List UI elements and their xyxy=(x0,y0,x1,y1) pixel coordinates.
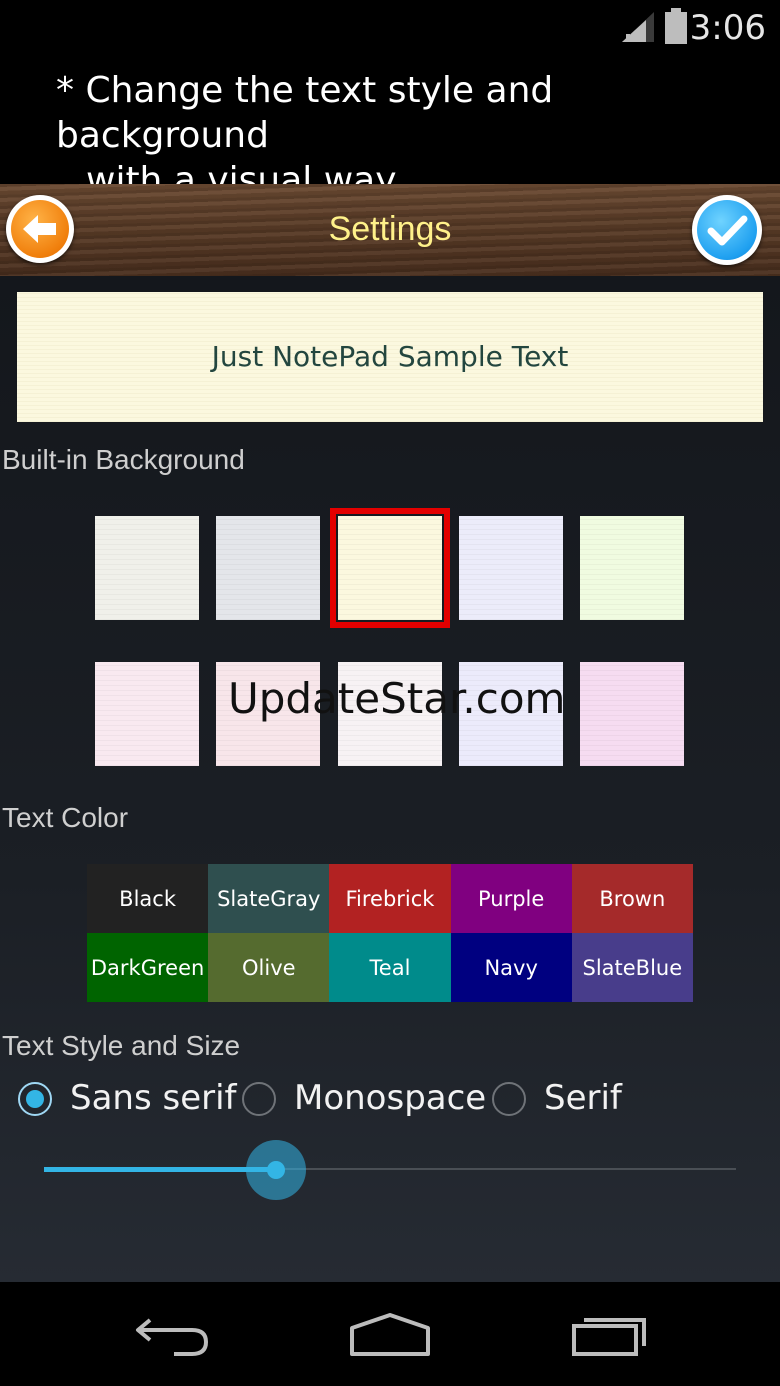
background-swatch-mint-paper[interactable] xyxy=(580,516,684,620)
background-swatch-gray-grid[interactable] xyxy=(216,516,320,620)
color-option-teal[interactable]: Teal xyxy=(329,933,451,1002)
header-bar: Settings xyxy=(0,184,780,276)
caption-line-1: * Change the text style and background xyxy=(56,70,554,156)
radio-serif[interactable] xyxy=(492,1082,526,1116)
background-swatch-lavender-lines[interactable] xyxy=(459,516,563,620)
recent-apps-nav-icon[interactable] xyxy=(570,1312,650,1358)
text-style-radio-group: Sans serif Monospace Serif xyxy=(14,1078,774,1126)
confirm-button[interactable] xyxy=(692,195,762,265)
section-label-text-color: Text Color xyxy=(2,802,129,833)
color-option-darkgreen[interactable]: DarkGreen xyxy=(87,933,209,1002)
color-option-black[interactable]: Black xyxy=(87,864,209,933)
status-bar: 3:06 xyxy=(0,0,780,56)
color-option-brown[interactable]: Brown xyxy=(571,864,693,933)
radio-monospace[interactable] xyxy=(242,1082,276,1116)
battery-icon xyxy=(665,8,687,44)
sample-preview: Just NotePad Sample Text xyxy=(17,292,763,422)
color-option-navy[interactable]: Navy xyxy=(450,933,572,1002)
color-option-purple[interactable]: Purple xyxy=(450,864,572,933)
signal-icon xyxy=(622,12,654,42)
section-label-text-style: Text Style and Size xyxy=(2,1030,241,1061)
settings-content: Just NotePad Sample Text Built-in Backgr… xyxy=(0,276,780,1282)
navigation-bar xyxy=(0,1282,780,1386)
color-option-olive[interactable]: Olive xyxy=(208,933,330,1002)
background-swatch-cream-paper[interactable] xyxy=(330,508,450,628)
home-nav-icon[interactable] xyxy=(348,1312,432,1358)
radio-label-monospace[interactable]: Monospace xyxy=(294,1078,486,1118)
color-option-slategray[interactable]: SlateGray xyxy=(208,864,330,933)
background-swatch-pink-lines[interactable] xyxy=(95,662,199,766)
checkmark-icon xyxy=(707,215,748,246)
radio-sans-serif[interactable] xyxy=(18,1082,52,1116)
background-swatch-purple-floral[interactable] xyxy=(459,662,563,766)
caption-text: * Change the text style and background w… xyxy=(56,68,756,203)
sample-text: Just NotePad Sample Text xyxy=(211,340,569,373)
size-slider-thumb[interactable] xyxy=(266,1161,285,1179)
radio-label-sans-serif[interactable]: Sans serif xyxy=(70,1078,237,1118)
background-swatch-white-linen[interactable] xyxy=(95,516,199,620)
background-swatch-white-floral[interactable] xyxy=(338,662,442,766)
size-slider-fill xyxy=(44,1167,276,1172)
section-label-background: Built-in Background xyxy=(2,444,245,475)
background-swatch-pink-floral[interactable] xyxy=(580,662,684,766)
color-option-firebrick[interactable]: Firebrick xyxy=(329,864,451,933)
color-option-slateblue[interactable]: SlateBlue xyxy=(571,933,693,1002)
page-title: Settings xyxy=(328,210,452,248)
back-nav-icon[interactable] xyxy=(134,1312,212,1358)
caption: * Change the text style and background w… xyxy=(0,56,780,201)
background-swatch-pink-gingham[interactable] xyxy=(216,662,320,766)
status-time: 3:06 xyxy=(689,8,766,48)
radio-label-serif[interactable]: Serif xyxy=(544,1078,622,1118)
text-color-grid: Black SlateGray Firebrick Purple Brown DarkGr… xyxy=(87,864,693,1002)
